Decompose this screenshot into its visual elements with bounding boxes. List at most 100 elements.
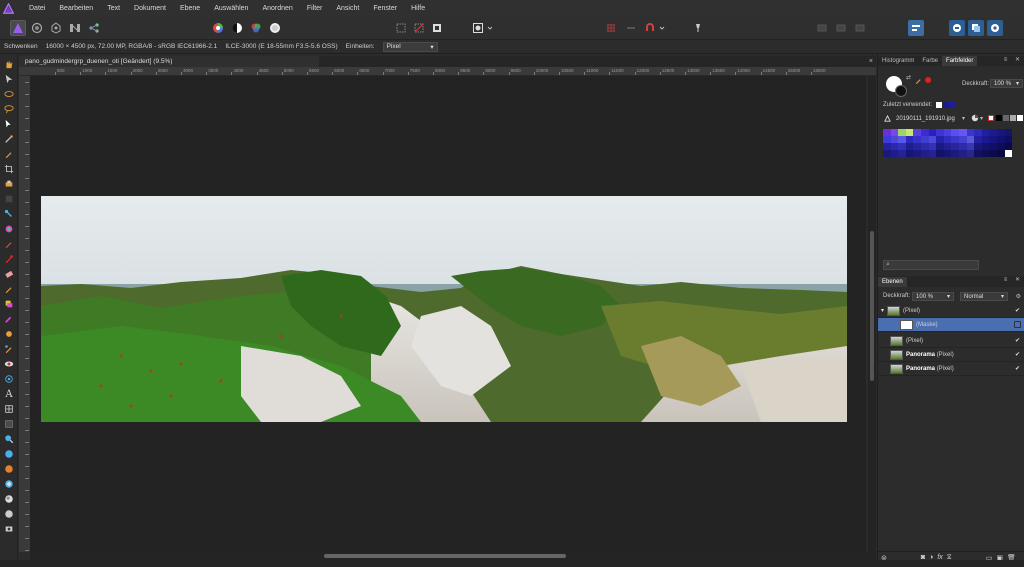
invert-selection-icon[interactable]: [429, 20, 445, 36]
palette-swatch[interactable]: [1004, 136, 1013, 143]
lasso-tool-icon[interactable]: [3, 103, 15, 115]
palette-swatch[interactable]: [989, 136, 997, 143]
palette-swatch[interactable]: [1004, 129, 1013, 136]
palette-swatch[interactable]: [936, 150, 944, 157]
tab-ebenen[interactable]: Ebenen: [878, 276, 907, 287]
palette-swatch[interactable]: [996, 150, 1005, 157]
layer-visibility-checkbox[interactable]: ✔: [1015, 352, 1021, 358]
assistant-icon[interactable]: [949, 20, 965, 36]
panel-menu-icon[interactable]: ≡ ✕: [1004, 56, 1023, 63]
palette-swatch[interactable]: [981, 136, 990, 143]
smudge-tool-icon[interactable]: [3, 328, 15, 340]
vertical-scrollbar[interactable]: [868, 76, 876, 552]
color-picker-icon[interactable]: [3, 148, 15, 160]
snapshot-icon[interactable]: [3, 523, 15, 535]
no-color-swatch[interactable]: [988, 115, 994, 121]
palette-swatch[interactable]: [928, 129, 937, 136]
preferences-icon[interactable]: [987, 20, 1003, 36]
view-mode-icon[interactable]: [3, 508, 15, 520]
color-replacement-icon[interactable]: [3, 253, 15, 265]
palette-swatch[interactable]: [966, 129, 975, 136]
menu-anordnen[interactable]: Anordnen: [255, 0, 299, 17]
blend-mode-select[interactable]: Normal ▾: [960, 291, 1009, 301]
menu-auswaehlen[interactable]: Auswählen: [207, 0, 255, 17]
palette-menu-icon[interactable]: ▾: [980, 115, 983, 122]
clone-tool-icon[interactable]: [3, 298, 15, 310]
palette-swatch[interactable]: [883, 143, 891, 150]
palette-swatch[interactable]: [958, 136, 967, 143]
menu-text[interactable]: Text: [100, 0, 127, 17]
palette-swatch[interactable]: [958, 150, 967, 157]
palette-swatch[interactable]: [951, 150, 959, 157]
layers-menu-icon[interactable]: ≡ ✕: [1004, 276, 1023, 283]
pixel-brush-icon[interactable]: [3, 238, 15, 250]
grid-snap-icon[interactable]: [603, 20, 619, 36]
palette-swatch[interactable]: [981, 129, 990, 136]
hand-tool-icon[interactable]: [3, 58, 15, 70]
horizontal-scrollbar[interactable]: [30, 552, 876, 560]
vertical-scroll-thumb[interactable]: [870, 231, 874, 381]
sphere-shape-icon[interactable]: [3, 493, 15, 505]
move-tool-icon[interactable]: [3, 73, 15, 85]
select-rect-icon[interactable]: [393, 20, 409, 36]
palette-swatch[interactable]: [996, 143, 1005, 150]
white-swatch[interactable]: [1017, 115, 1023, 121]
tab-farbfelder[interactable]: Farbfelder: [942, 56, 978, 66]
palette-dropdown-icon[interactable]: ▾: [962, 115, 965, 122]
studio-link-icon[interactable]: [690, 20, 706, 36]
snap-placeholder-icon[interactable]: [622, 20, 640, 36]
search-input[interactable]: ⌕: [883, 260, 979, 270]
palette-swatch[interactable]: [958, 129, 967, 136]
palette-name[interactable]: 20190111_191910.jpg: [896, 116, 955, 122]
palette-swatch[interactable]: [928, 143, 937, 150]
palette-swatch[interactable]: [913, 150, 921, 157]
color-dot[interactable]: [925, 77, 931, 83]
menu-filter[interactable]: Filter: [300, 0, 330, 17]
palette-swatch[interactable]: [943, 136, 952, 143]
palette-swatch[interactable]: [951, 136, 959, 143]
palette-swatch[interactable]: [920, 136, 929, 143]
dodge-tool-icon[interactable]: [3, 283, 15, 295]
paint-brush-icon[interactable]: [3, 223, 15, 235]
palette-swatch[interactable]: [920, 143, 929, 150]
liquify-persona-icon[interactable]: [29, 20, 45, 36]
stroke-color-swatch[interactable]: [895, 85, 907, 97]
palette-swatch[interactable]: [898, 143, 906, 150]
magic-wand-icon[interactable]: [3, 133, 15, 145]
palette-swatch[interactable]: [883, 150, 891, 157]
ellipse-shape-icon[interactable]: [3, 463, 15, 475]
shape-tool-icon[interactable]: [3, 403, 15, 415]
palette-swatch[interactable]: [966, 143, 975, 150]
palette-swatch[interactable]: [890, 143, 899, 150]
menu-fenster[interactable]: Fenster: [366, 0, 404, 17]
menu-dokument[interactable]: Dokument: [127, 0, 173, 17]
text-tool-icon[interactable]: A: [3, 388, 15, 400]
close-document-icon[interactable]: ×: [869, 56, 873, 67]
deselect-icon[interactable]: [411, 20, 427, 36]
palette-swatch[interactable]: [905, 129, 914, 136]
palette-swatch[interactable]: [883, 129, 891, 136]
layer-row[interactable]: Panorama (Pixel) ✔: [878, 348, 1024, 362]
palette-swatch[interactable]: [905, 150, 914, 157]
snapping-dropdown-icon[interactable]: [658, 20, 666, 36]
eyedropper-icon[interactable]: [915, 76, 923, 86]
zoom-tool-icon[interactable]: [3, 433, 15, 445]
circle-shape-icon[interactable]: [3, 448, 15, 460]
mesh-warp-icon[interactable]: [3, 373, 15, 385]
menu-datei[interactable]: Datei: [17, 0, 52, 17]
pen-tool-icon[interactable]: [3, 418, 15, 430]
palette-swatch[interactable]: [974, 136, 982, 143]
expand-arrow-icon[interactable]: ▾: [881, 307, 884, 314]
palette-grid[interactable]: [883, 129, 1013, 157]
layer-settings-icon[interactable]: ⚙: [1016, 293, 1021, 300]
straighten-tool-icon[interactable]: [3, 178, 15, 190]
palette-swatch[interactable]: [974, 129, 982, 136]
quick-mask-dropdown-icon[interactable]: [486, 20, 494, 36]
palette-swatch[interactable]: [1004, 143, 1013, 150]
palette-swatch[interactable]: [943, 150, 952, 157]
document-tab[interactable]: pano_gudmindergrp_duenen_oti [Geändert] …: [19, 56, 319, 67]
palette-swatch[interactable]: [898, 129, 906, 136]
layer-visibility-checkbox[interactable]: [1014, 321, 1021, 328]
swap-colors-icon[interactable]: ⇄: [906, 74, 911, 81]
gradient-tool-icon[interactable]: [3, 208, 15, 220]
